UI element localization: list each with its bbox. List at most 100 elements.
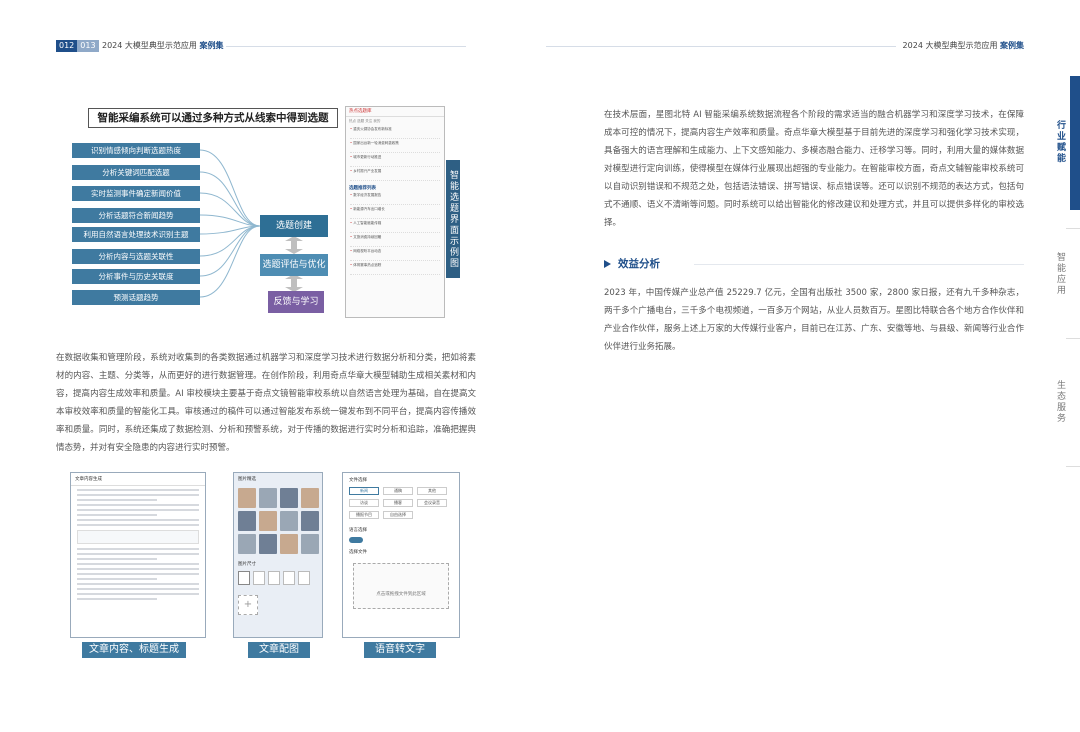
list-item: • 网络视听平台动态 <box>350 249 440 261</box>
shot-title: 文章内容生成 <box>71 473 205 486</box>
diagram-feature: 分析关键词匹配选题 <box>72 165 200 180</box>
text-line <box>77 514 158 516</box>
list-item-text: 新能源汽车出口增长 <box>353 207 385 211</box>
list-item: • 数字经济发展报告 <box>350 193 440 205</box>
diagram-feature: 分析内容与选题关联性 <box>72 249 200 264</box>
list-item: • 重庆火锅协会发布新标准 <box>350 127 440 139</box>
screenshot-caption: 文章配图 <box>248 642 310 658</box>
shot-section-title: 选择文件 <box>349 550 367 555</box>
shot-title: 图片精选 <box>238 477 256 482</box>
list-item-text: 人工智能赋能传媒 <box>353 221 382 225</box>
image-thumbnail[interactable] <box>238 511 256 531</box>
file-type-chip[interactable]: 自由选择 <box>383 511 413 519</box>
file-type-chip[interactable]: 播客 <box>383 499 413 507</box>
image-thumbnail[interactable] <box>259 511 277 531</box>
shot-title: 文件选择 <box>349 478 367 483</box>
file-type-chip[interactable]: 会议录音 <box>417 499 447 507</box>
diagram-feature: 分析话题符合新闻趋势 <box>72 208 200 223</box>
add-image-icon[interactable]: + <box>238 595 258 615</box>
image-grid <box>234 485 322 557</box>
image-thumbnail[interactable] <box>301 488 319 508</box>
size-option[interactable] <box>268 571 280 585</box>
size-option[interactable] <box>253 571 265 585</box>
list-item-text: 数字经济发展报告 <box>353 193 382 197</box>
stage-topic-create: 选题创建 <box>260 215 328 237</box>
file-type-chip[interactable]: 访谈 <box>349 499 379 507</box>
side-tab-smart-apps[interactable]: 智能应用 <box>1052 252 1066 296</box>
size-option[interactable] <box>238 571 250 585</box>
page-header: 012 013 2024 大模型典型示范应用 案例集 2024 大模型典型示范应… <box>56 40 1024 54</box>
language-toggle[interactable] <box>349 537 363 543</box>
text-line <box>77 504 199 506</box>
diagram-feature: 实时监测事件确定新闻价值 <box>72 186 200 201</box>
title-input-field[interactable] <box>77 530 199 544</box>
list-item-text: 文旅消费持续回暖 <box>353 235 382 239</box>
file-type-chip[interactable]: 新闻 <box>349 487 379 495</box>
text-line <box>77 578 158 580</box>
size-option[interactable] <box>298 571 310 585</box>
file-type-chip[interactable]: 播报节目 <box>349 511 379 519</box>
mockup-section-title: 选题推荐列表 <box>349 186 376 191</box>
image-thumbnail[interactable] <box>259 534 277 554</box>
image-thumbnail[interactable] <box>238 534 256 554</box>
body-paragraph-left: 在数据收集和管理阶段，系统对收集到的各类数据通过机器学习和深度学习技术进行数据分… <box>56 353 476 453</box>
text-line <box>77 553 199 555</box>
diagram-feature: 预测话题趋势 <box>72 290 200 305</box>
stage-topic-evaluate: 选题评估与优化 <box>260 254 328 276</box>
upload-dropzone[interactable]: 点击或拖拽文件到此区域 <box>353 563 449 609</box>
header-title-right: 2024 大模型典型示范应用 案例集 <box>903 40 1024 52</box>
text-line <box>77 489 199 491</box>
section-heading: 效益分析 <box>604 256 1024 272</box>
header-title-left-emphasis: 案例集 <box>199 41 224 50</box>
text-line <box>77 509 199 511</box>
image-thumbnail[interactable] <box>280 534 298 554</box>
topic-screen-mockup: 热点选题库 热点 选题 关注 我的 • 重庆火锅协会发布新标准 • 国家出台新一… <box>345 106 445 318</box>
text-line <box>77 598 158 600</box>
image-thumbnail[interactable] <box>280 488 298 508</box>
list-item: • 城市更新行动推进 <box>350 155 440 167</box>
header-divider-left <box>226 46 466 47</box>
image-thumbnail[interactable] <box>301 534 319 554</box>
mockup-header: 热点选题库 <box>346 107 444 117</box>
screenshot-caption: 语音转文字 <box>364 642 436 658</box>
body-paragraph-right-2: 2023 年，中国传媒产业总产值 25229.7 亿元，全国有出版社 3500 … <box>604 288 1024 352</box>
list-item-text: 网络视听平台动态 <box>353 249 382 253</box>
shot-section-title: 语言选择 <box>349 528 367 533</box>
file-type-chip[interactable]: 其他 <box>417 487 447 495</box>
stage-feedback: 反馈与学习 <box>268 291 324 313</box>
size-options <box>234 569 322 587</box>
text-line <box>77 573 199 575</box>
list-item: • 国家出台新一轮消费刺激政策 <box>350 141 440 153</box>
text-line <box>77 494 199 496</box>
image-thumbnail[interactable] <box>259 488 277 508</box>
header-title-right-emphasis: 案例集 <box>1000 41 1024 50</box>
screenshot-article-generation: 文章内容生成 <box>70 472 206 638</box>
list-item-text: 重庆火锅协会发布新标准 <box>353 127 392 131</box>
size-option[interactable] <box>283 571 295 585</box>
diagram-feature: 利用自然语言处理技术识别主题 <box>72 227 200 242</box>
text-line <box>77 524 199 526</box>
image-thumbnail[interactable] <box>301 511 319 531</box>
list-item: • 乡村振兴产业发展 <box>350 169 440 181</box>
file-type-chip[interactable]: 通稿 <box>383 487 413 495</box>
image-thumbnail[interactable] <box>238 488 256 508</box>
list-item: • 新能源汽车出口增长 <box>350 207 440 219</box>
image-thumbnail[interactable] <box>280 511 298 531</box>
list-item-text: 城市更新行动推进 <box>353 155 382 159</box>
side-tab-active-bar <box>1070 76 1080 210</box>
side-tab-divider <box>1066 466 1080 467</box>
mockup-tabs: 热点 选题 关注 我的 <box>349 119 381 123</box>
side-tab-ecosystem[interactable]: 生态服务 <box>1052 380 1066 424</box>
body-paragraph-right-1: 在技术层面，星图北特 AI 智能采编系统数据流程各个阶段的需求适当的融合机器学习… <box>604 110 1024 228</box>
list-item-text: 乡村振兴产业发展 <box>353 169 382 173</box>
header-title-right-text: 2024 大模型典型示范应用 <box>902 41 998 50</box>
header-title-left-text: 2024 大模型典型示范应用 <box>102 41 197 50</box>
page-number-left: 012 <box>56 40 78 52</box>
side-tab-divider <box>1066 338 1080 339</box>
list-item: • 文旅消费持续回暖 <box>350 235 440 247</box>
text-line <box>77 519 199 521</box>
side-tab-industry[interactable]: 行业赋能 <box>1052 120 1066 164</box>
list-item: • 人工智能赋能传媒 <box>350 221 440 233</box>
text-line <box>77 558 158 560</box>
mockup-vertical-label: 智能选题界面示例图 <box>446 160 460 278</box>
